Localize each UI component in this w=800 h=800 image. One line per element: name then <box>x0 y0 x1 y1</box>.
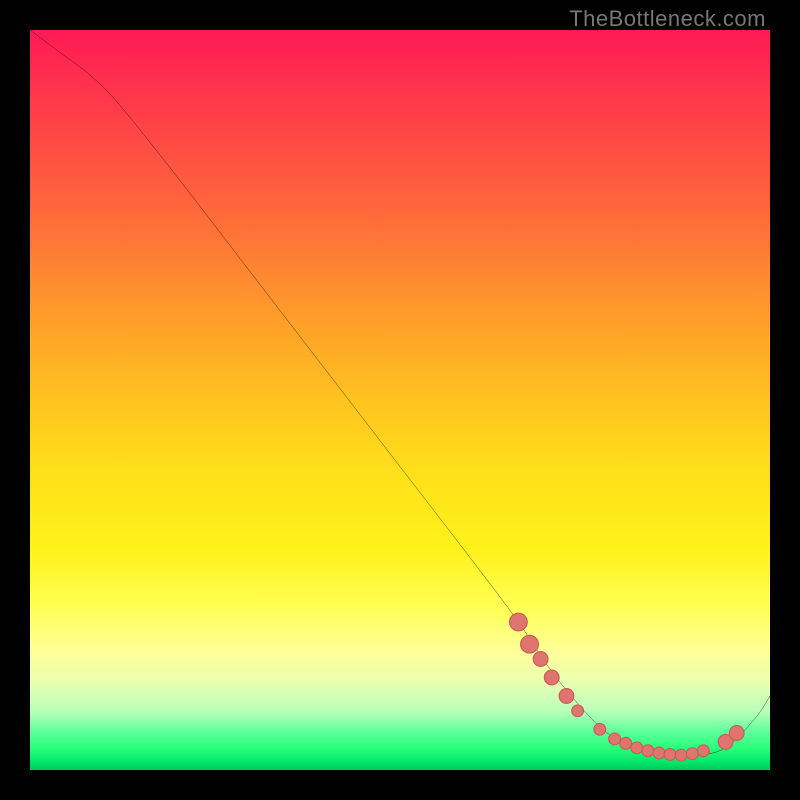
chart-svg <box>30 30 770 770</box>
curve-marker-dot <box>697 745 709 757</box>
curve-marker-dot <box>510 613 528 631</box>
curve-marker-dot <box>572 705 584 717</box>
bottleneck-curve <box>30 30 770 756</box>
curve-marker-dot <box>664 749 676 761</box>
curve-marker-dot <box>653 747 665 759</box>
curve-marker-dot <box>521 635 539 653</box>
curve-marker-dot <box>620 737 632 749</box>
curve-marker-dot <box>544 670 559 685</box>
curve-marker-dot <box>675 749 687 761</box>
curve-marker-dot <box>729 726 744 741</box>
curve-marker-dot <box>533 652 548 667</box>
curve-markers <box>510 613 745 761</box>
curve-marker-dot <box>631 742 643 754</box>
chart-stage: TheBottleneck.com <box>0 0 800 800</box>
curve-marker-dot <box>686 748 698 760</box>
curve-marker-dot <box>594 723 606 735</box>
curve-marker-dot <box>559 689 574 704</box>
plot-area <box>30 30 770 770</box>
curve-marker-dot <box>642 745 654 757</box>
watermark-text: TheBottleneck.com <box>569 6 766 32</box>
curve-marker-dot <box>609 733 621 745</box>
